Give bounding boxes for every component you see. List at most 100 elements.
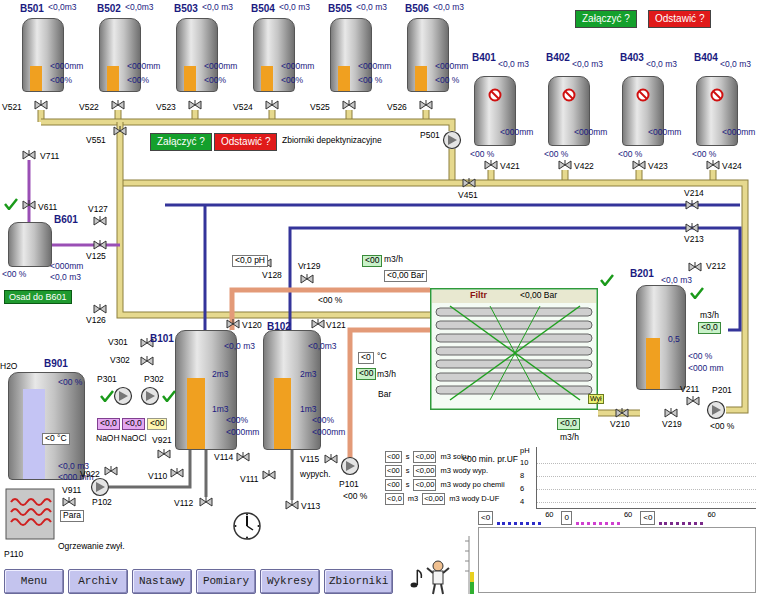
menu-button[interactable]: Zbiorniki [324, 569, 393, 594]
valve-label: V424 [722, 162, 742, 172]
filter-flow-unit: m3/h [560, 433, 579, 443]
gauge-max: 60 [707, 509, 715, 520]
valve-label: V125 [86, 252, 106, 262]
tank-fill-color [261, 66, 273, 91]
menu-button[interactable]: Wykresy [260, 569, 320, 594]
filter-title: Filtr [470, 290, 487, 300]
tank-id: B502 [97, 3, 121, 15]
totals-description: m3 wody D-UF [449, 495, 499, 503]
valve-icon [22, 200, 36, 210]
valve-icon [93, 216, 107, 226]
value-box: Para [60, 510, 84, 522]
pump-icon [706, 400, 726, 420]
valve-label: V422 [574, 162, 594, 172]
tank-level-fill [415, 66, 427, 91]
totals-description: m3 soku [440, 453, 468, 461]
tank-id: B504 [251, 3, 275, 15]
tank-percent: <00 % [618, 150, 642, 160]
valve-icon [300, 274, 314, 284]
totals-panel: <00s<0,00m3 soku<00s<0,00m3 wody wyp.<00… [385, 450, 505, 506]
label: m3/h [384, 255, 403, 265]
filter-flow: <0,0 [557, 418, 580, 430]
totals-unit: s [406, 467, 410, 475]
menu-button[interactable]: Menu [4, 569, 64, 594]
valve-label: V551 [86, 136, 106, 146]
tank-volume: <0,0 m3 [572, 60, 603, 70]
totals-value: <00 [385, 451, 402, 463]
valve-label: V114 [214, 453, 233, 463]
tank-height: <000mm [50, 62, 83, 72]
tank-percent: <00 % [435, 76, 459, 86]
tank-fill-color [30, 66, 42, 91]
tank-volume: <0,0 m3 [661, 276, 692, 286]
pump-label: P302 [144, 375, 164, 385]
start-button[interactable]: Załączyć ? [150, 133, 212, 151]
tank-height: <000mm [226, 428, 259, 438]
chart-plot [536, 447, 756, 509]
level-scale-icon [462, 536, 476, 594]
tank-id: B201 [630, 268, 654, 280]
label: Ogrzewanie zwył. [58, 542, 125, 552]
valve-label: V711 [40, 152, 59, 162]
totals-row: <0,0m3<0,00m3 wody D-UF [385, 492, 505, 506]
tank-volume: <0,0 m3 [50, 273, 81, 283]
valve-label: V421 [500, 162, 520, 172]
tank-percent: <00% [127, 76, 149, 86]
tank-percent: <00% [226, 416, 248, 426]
tank-height: <000mm [648, 128, 681, 138]
pump-icon [140, 386, 160, 406]
gauge-max: 60 [545, 509, 553, 520]
tank-volume: <0,0 m3 [498, 60, 529, 70]
valve-icon [324, 454, 338, 464]
gauge-scale [497, 522, 541, 525]
valve-label: V523 [156, 103, 176, 113]
valve-label: V112 [174, 499, 193, 509]
valve-icon [632, 160, 646, 170]
label: P110 [4, 550, 23, 560]
pump-percent: <00 % [710, 422, 734, 432]
valve-icon [685, 200, 699, 210]
totals-description: m3 wody wyp. [440, 467, 488, 475]
label: wypych. [300, 470, 331, 480]
blocked-icon [636, 88, 650, 102]
tank-volume: <0,0m3 [125, 3, 154, 13]
gauge-row: <060060<060 [478, 511, 716, 525]
tank-height: <000mm [722, 128, 755, 138]
pump-label: P501 [420, 131, 440, 141]
totals-amount: <0,00 [413, 451, 436, 463]
chart-tick: 4 [520, 498, 524, 506]
gauge-track [659, 518, 703, 525]
valve-icon [419, 100, 433, 110]
valve-icon [34, 100, 48, 110]
tank-id: B506 [405, 3, 429, 15]
tank-id: B102 [267, 321, 291, 333]
tank-level-fill [107, 66, 119, 91]
tank-scale-mark: 2m3 [212, 370, 229, 380]
label: NaOCl [121, 434, 147, 444]
stop-button[interactable]: Odstawić ? [214, 133, 277, 151]
menu-button[interactable]: Archiv [68, 569, 128, 594]
clock-icon [232, 511, 262, 541]
tank-level-fill [274, 378, 291, 449]
tank-percent: <00 % [58, 378, 82, 388]
menu-button[interactable]: Nastawy [132, 569, 192, 594]
tank-height: <000mm [358, 62, 391, 72]
chart-axis-label: pH [520, 447, 530, 455]
label: Zbiorniki depektynizacyjne [282, 136, 382, 146]
valve-label: V128 [262, 271, 282, 281]
stop-button[interactable]: Odstawić ? [648, 10, 711, 28]
valve-icon [265, 100, 279, 110]
tank-id: B901 [44, 358, 68, 370]
tank-fill-color [107, 66, 119, 91]
pump-icon [113, 386, 133, 406]
valve-label: V922 [80, 470, 100, 480]
valve-icon [157, 449, 171, 459]
valve-icon [111, 100, 125, 110]
tank-id: B404 [694, 52, 718, 64]
start-button[interactable]: Załączyć ? [575, 10, 637, 28]
tank-percent: <00 % [470, 150, 494, 160]
menu-button[interactable]: Pomiary [196, 569, 256, 594]
tank-id: B403 [620, 52, 644, 64]
label: m3/h [377, 370, 396, 380]
tank-percent: <00% [281, 76, 303, 86]
